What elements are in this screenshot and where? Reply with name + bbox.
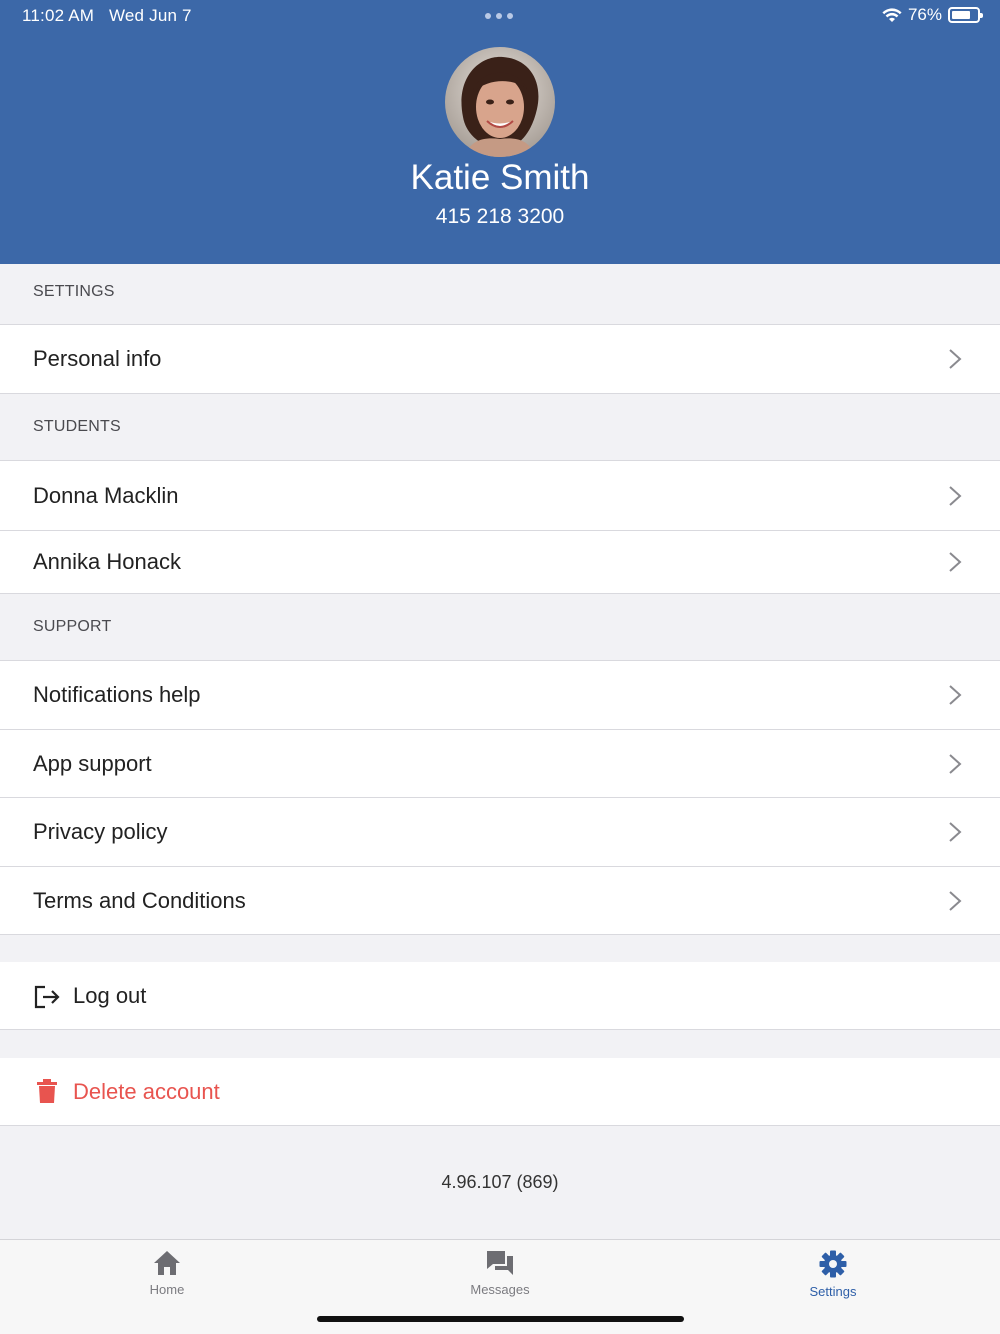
row-personal-info[interactable]: Personal info bbox=[0, 325, 1000, 394]
row-notifications-help[interactable]: Notifications help bbox=[0, 661, 1000, 730]
app-version: 4.96.107 (869) bbox=[441, 1172, 559, 1192]
row-label: Personal info bbox=[33, 346, 162, 371]
gear-icon bbox=[819, 1250, 847, 1278]
delete-account-button[interactable]: Delete account bbox=[0, 1058, 1000, 1126]
tab-home[interactable]: Home bbox=[97, 1250, 237, 1297]
tab-messages[interactable]: Messages bbox=[430, 1250, 570, 1297]
tab-label: Settings bbox=[809, 1284, 857, 1299]
logout-icon bbox=[34, 985, 60, 1009]
status-indicators: 76% bbox=[882, 5, 983, 25]
chevron-right-icon bbox=[949, 890, 962, 911]
tab-label: Messages bbox=[470, 1282, 530, 1297]
battery-percent: 76% bbox=[907, 5, 942, 24]
row-label: App support bbox=[33, 750, 152, 776]
row-privacy-policy[interactable]: Privacy policy bbox=[0, 798, 1000, 867]
chevron-right-icon bbox=[949, 685, 962, 705]
status-date: Wed Jun 7 bbox=[108, 6, 192, 25]
profile-phone: 415 218 3200 bbox=[435, 205, 565, 228]
row-app-support[interactable]: App support bbox=[0, 730, 1000, 798]
chevron-right-icon bbox=[949, 552, 962, 572]
chevron-right-icon bbox=[949, 822, 962, 842]
section-title: STUDENTS bbox=[33, 418, 121, 435]
row-terms-and-conditions[interactable]: Terms and Conditions bbox=[0, 867, 1000, 935]
profile-name: Katie Smith bbox=[410, 158, 590, 197]
chevron-right-icon bbox=[949, 753, 962, 774]
battery-icon bbox=[948, 7, 983, 23]
logout-button[interactable]: Log out bbox=[0, 962, 1000, 1030]
tab-settings[interactable]: Settings bbox=[763, 1250, 903, 1299]
row-student-annika-honack[interactable]: Annika Honack bbox=[0, 531, 1000, 594]
multitasking-dots-icon[interactable] bbox=[485, 13, 513, 19]
row-label: Terms and Conditions bbox=[33, 887, 246, 913]
section-header-support: SUPPORT bbox=[0, 594, 1000, 661]
chevron-right-icon bbox=[949, 485, 962, 506]
row-label: Annika Honack bbox=[33, 549, 181, 574]
section-title: SUPPORT bbox=[33, 618, 112, 635]
profile-header: 11:02 AM Wed Jun 7 76% Katie Smith 415 2… bbox=[0, 0, 1000, 264]
status-time: 11:02 AM Wed Jun 7 bbox=[22, 6, 192, 26]
home-icon bbox=[154, 1251, 180, 1275]
status-clock: 11:02 AM bbox=[22, 6, 95, 25]
row-label: Notifications help bbox=[33, 682, 201, 707]
chevron-right-icon bbox=[949, 349, 962, 369]
row-student-donna-macklin[interactable]: Donna Macklin bbox=[0, 461, 1000, 531]
delete-account-label: Delete account bbox=[73, 1078, 220, 1104]
wifi-icon bbox=[882, 7, 902, 22]
tab-label: Home bbox=[149, 1282, 185, 1297]
section-title: SETTINGS bbox=[33, 283, 115, 300]
section-header-students: STUDENTS bbox=[0, 394, 1000, 461]
messages-icon bbox=[487, 1251, 513, 1275]
row-label: Donna Macklin bbox=[33, 482, 179, 508]
section-header-settings: SETTINGS bbox=[0, 264, 1000, 325]
logout-label: Log out bbox=[73, 983, 147, 1008]
row-label: Privacy policy bbox=[33, 819, 168, 844]
avatar[interactable] bbox=[445, 47, 555, 157]
home-indicator[interactable] bbox=[317, 1316, 684, 1322]
trash-icon bbox=[37, 1079, 57, 1103]
